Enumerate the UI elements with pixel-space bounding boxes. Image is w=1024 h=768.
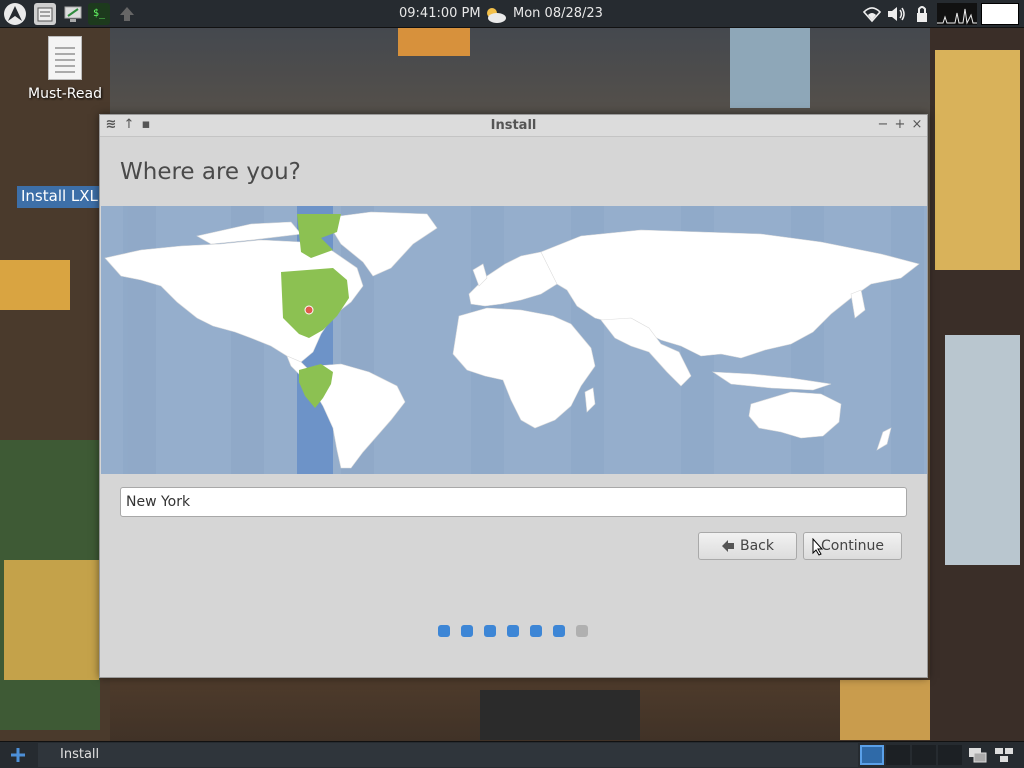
update-arrow-icon[interactable] (116, 3, 138, 25)
continue-button-label: Continue (821, 538, 884, 554)
bottom-panel: Install (0, 741, 1024, 768)
city-marker (304, 305, 314, 315)
back-button[interactable]: Back (698, 532, 797, 560)
installer-window: ≋ ↑ ▪ Install − + × Where are you? New Y… (99, 114, 928, 678)
window-title: Install (490, 118, 537, 133)
clock[interactable]: 09:41:00 PM (399, 6, 481, 21)
city-input[interactable] (120, 487, 907, 517)
progress-dot (461, 625, 473, 637)
svg-text:$_: $_ (93, 8, 106, 19)
workspace-3[interactable] (912, 745, 936, 765)
progress-dot (438, 625, 450, 637)
taskbar-item-install[interactable]: Install (38, 743, 858, 767)
workspace-1[interactable] (860, 745, 884, 765)
volume-icon[interactable] (885, 3, 907, 25)
taskbar-item-label: Install (60, 747, 100, 762)
progress-dot (530, 625, 542, 637)
blank-panel-box (981, 3, 1019, 25)
terminal-icon[interactable]: $_ (88, 3, 110, 25)
show-windows-icon[interactable] (968, 746, 988, 764)
workspace-2[interactable] (886, 745, 910, 765)
cpu-graph-icon[interactable] (937, 3, 977, 25)
desktop-icon-label: Must-Read (28, 86, 102, 102)
document-icon (48, 36, 82, 80)
close-icon[interactable]: × (910, 117, 924, 133)
window-list-icon[interactable] (994, 746, 1014, 764)
monitor-icon[interactable] (62, 3, 84, 25)
mouse-cursor-icon (812, 538, 824, 556)
workspace-4[interactable] (938, 745, 962, 765)
window-titlebar[interactable]: ≋ ↑ ▪ Install − + × (100, 115, 927, 137)
weather-icon[interactable] (482, 3, 508, 25)
progress-dot (484, 625, 496, 637)
add-launcher-icon[interactable] (8, 745, 28, 765)
wifi-icon[interactable] (861, 3, 883, 25)
back-button-label: Back (740, 538, 774, 554)
desktop-icon-must-read[interactable]: Must-Read (22, 36, 108, 102)
desktop-icon-install[interactable]: Install LXL (17, 186, 101, 208)
distro-logo-icon[interactable] (4, 3, 26, 25)
timezone-map[interactable] (101, 206, 927, 474)
file-manager-icon[interactable] (34, 3, 56, 25)
arrow-left-icon (722, 540, 734, 552)
progress-dot (553, 625, 565, 637)
progress-dot (576, 625, 588, 637)
top-panel: $_ 09:41:00 PM Mon 08/28/23 (0, 0, 1024, 28)
progress-indicator (438, 625, 588, 637)
page-title: Where are you? (120, 159, 301, 185)
desktop-icon-label: Install LXL (21, 187, 98, 205)
date[interactable]: Mon 08/28/23 (513, 6, 603, 21)
progress-dot (507, 625, 519, 637)
maximize-icon[interactable]: + (893, 117, 907, 133)
minimize-icon[interactable]: − (876, 117, 890, 133)
lock-icon[interactable] (911, 3, 933, 25)
